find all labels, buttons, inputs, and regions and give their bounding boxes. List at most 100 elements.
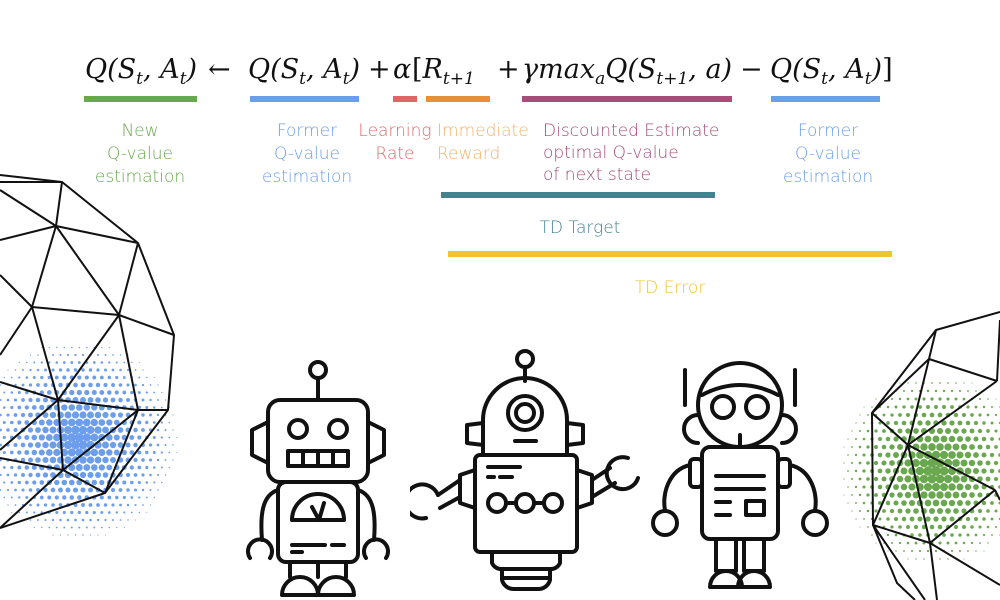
halftone-dot [111, 518, 115, 522]
halftone-dot [2, 450, 6, 455]
halftone-dot [46, 419, 53, 426]
halftone-dot [886, 421, 890, 425]
halftone-dot [854, 453, 858, 457]
halftone-dot [919, 458, 929, 468]
halftone-dot [66, 368, 70, 372]
halftone-dot [114, 390, 119, 395]
halftone-dot [969, 444, 975, 450]
halftone-dot [895, 550, 897, 552]
halftone-dot [56, 346, 58, 349]
halftone-dot [994, 429, 998, 433]
halftone-dot [977, 508, 983, 514]
halftone-dot [954, 541, 958, 545]
halftone-dot [90, 418, 98, 427]
halftone-dot [939, 482, 949, 492]
halftone-dot [855, 438, 857, 440]
halftone-dot [102, 441, 109, 449]
halftone-dot [28, 397, 33, 403]
halftone-dot [86, 426, 95, 434]
halftone-dot [886, 405, 890, 409]
halftone-dot [882, 413, 886, 417]
halftone-dot [974, 517, 978, 521]
halftone-dot [35, 472, 41, 478]
halftone-dot [119, 368, 122, 372]
halftone-dot [141, 458, 145, 462]
halftone-dot [104, 534, 107, 536]
formula-former: Q(St, At) [248, 54, 360, 89]
halftone-dot [99, 390, 105, 395]
halftone-dot [967, 390, 969, 392]
halftone-dot [113, 434, 120, 441]
halftone-dot [891, 542, 893, 544]
halftone-dot [119, 519, 122, 521]
halftone-dot [10, 481, 14, 484]
halftone-dot [929, 524, 935, 530]
halftone-dot [21, 473, 25, 477]
halftone-dot [116, 526, 118, 529]
halftone-dot [61, 404, 68, 411]
halftone-dot [67, 534, 69, 536]
halftone-dot [152, 436, 156, 439]
halftone-dot [63, 526, 66, 529]
halftone-dot [20, 412, 26, 418]
halftone-dot [40, 375, 44, 380]
halftone-dot [905, 428, 911, 434]
halftone-dot [49, 426, 57, 434]
halftone-dot [77, 361, 81, 364]
bar-former-q-2 [771, 96, 880, 102]
halftone-dot [92, 375, 97, 380]
formula-reward: [Rt+1 [412, 54, 475, 89]
halftone-dot [49, 441, 57, 449]
halftone-dot [102, 472, 109, 478]
halftone-dot [59, 534, 62, 536]
halftone-dot [850, 477, 854, 481]
halftone-dot [137, 391, 141, 394]
halftone-dot [900, 483, 908, 491]
halftone-dot [982, 533, 986, 537]
halftone-dot [82, 534, 84, 536]
halftone-dot [142, 369, 144, 371]
halftone-dot [138, 361, 140, 364]
halftone-dot [27, 442, 34, 448]
polyhedron-right-decoration [843, 311, 1000, 600]
halftone-dot [877, 484, 883, 490]
halftone-dot [931, 466, 941, 476]
halftone-dot [168, 451, 171, 454]
halftone-dot [897, 428, 903, 434]
halftone-dot [52, 354, 54, 356]
label-line: Rate [375, 144, 415, 164]
halftone-dot [91, 389, 97, 396]
halftone-dot [88, 487, 93, 493]
halftone-dot [859, 510, 861, 512]
halftone-dot [31, 434, 38, 441]
halftone-dot [99, 375, 104, 380]
halftone-dot [863, 406, 865, 408]
halftone-dot [981, 452, 987, 458]
halftone-dot [71, 346, 73, 349]
halftone-dot [72, 487, 79, 493]
halftone-dot [987, 398, 989, 400]
halftone-dot [123, 526, 125, 529]
label-line: Learning [358, 121, 432, 141]
halftone-dot [851, 494, 853, 496]
formula-plus-2: + [497, 54, 520, 85]
halftone-dot [903, 390, 905, 392]
halftone-dot [941, 516, 947, 522]
halftone-dot [17, 465, 22, 470]
label-discounted-estimate: Discounted Estimate optimal Q-value of n… [543, 120, 719, 186]
halftone-dot [127, 519, 129, 521]
halftone-dot [145, 391, 148, 394]
halftone-dot [898, 397, 902, 401]
halftone-dot [935, 474, 945, 484]
halftone-dot [974, 405, 978, 409]
robot-boxy-icon [246, 360, 390, 597]
halftone-dot [145, 420, 149, 425]
halftone-dot [920, 491, 928, 499]
label-line: Immediate [437, 121, 529, 141]
halftone-dot [985, 460, 991, 466]
halftone-dot [10, 405, 14, 410]
halftone-dot [0, 398, 2, 402]
halftone-dot [926, 389, 930, 393]
halftone-dot [53, 433, 61, 442]
halftone-dot [17, 420, 22, 425]
